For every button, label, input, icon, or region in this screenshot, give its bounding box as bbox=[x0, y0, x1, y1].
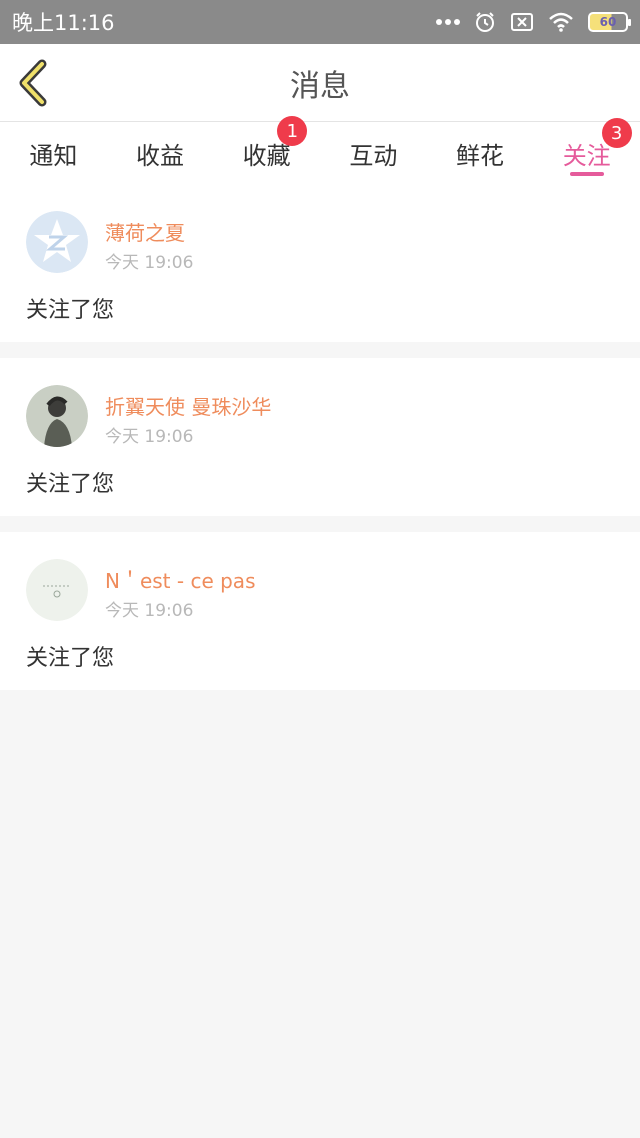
status-time: 晚上11:16 bbox=[12, 11, 115, 35]
timestamp: 今天 19:06 bbox=[105, 427, 194, 447]
avatar-photo bbox=[26, 559, 88, 621]
message-text: 关注了您 bbox=[26, 646, 115, 671]
battery-icon: 60 bbox=[588, 12, 631, 32]
avatar-photo bbox=[26, 385, 88, 447]
list-item[interactable]: 薄荷之夏 今天 19:06 关注了您 bbox=[0, 184, 640, 342]
alarm-icon bbox=[476, 12, 494, 32]
list-item[interactable]: 折翼天使 曼珠沙华 今天 19:06 关注了您 bbox=[0, 358, 640, 516]
tab-flowers[interactable]: 鲜花 bbox=[427, 122, 534, 184]
status-icons: 60 bbox=[436, 11, 631, 33]
message-list: 薄荷之夏 今天 19:06 关注了您 折翼天使 曼珠沙华 今天 19:06 关注… bbox=[0, 184, 640, 690]
avatar[interactable] bbox=[26, 211, 88, 273]
back-icon[interactable] bbox=[14, 58, 54, 108]
default-avatar-icon bbox=[26, 211, 88, 273]
user-name[interactable]: N＇est - ce pas bbox=[105, 565, 256, 594]
page-title: 消息 bbox=[290, 68, 350, 104]
more-dots-icon bbox=[436, 19, 460, 25]
tab-bar: 通知 收益 收藏 1 互动 鲜花 关注 3 bbox=[0, 116, 640, 184]
status-bar: 晚上11:16 60 bbox=[0, 0, 640, 44]
tab-interactions[interactable]: 互动 bbox=[320, 122, 427, 184]
tab-label: 互动 bbox=[349, 141, 398, 170]
tab-earnings[interactable]: 收益 bbox=[107, 122, 214, 184]
sim-off-icon bbox=[511, 13, 533, 31]
unread-badge: 3 bbox=[601, 118, 632, 148]
timestamp: 今天 19:06 bbox=[105, 253, 194, 273]
message-text: 关注了您 bbox=[26, 298, 115, 323]
user-name[interactable]: 薄荷之夏 bbox=[105, 217, 185, 246]
tab-label: 收益 bbox=[136, 141, 184, 170]
tab-label: 鲜花 bbox=[456, 141, 505, 170]
timestamp: 今天 19:06 bbox=[105, 601, 194, 621]
message-text: 关注了您 bbox=[26, 472, 115, 497]
tab-label: 通知 bbox=[29, 141, 78, 170]
avatar[interactable] bbox=[26, 559, 88, 621]
user-name[interactable]: 折翼天使 曼珠沙华 bbox=[105, 391, 271, 420]
wifi-icon bbox=[549, 12, 573, 32]
avatar[interactable] bbox=[26, 385, 88, 447]
list-item[interactable]: N＇est - ce pas 今天 19:06 关注了您 bbox=[0, 532, 640, 690]
tab-notifications[interactable]: 通知 bbox=[0, 122, 107, 184]
battery-level: 60 bbox=[599, 15, 617, 29]
nav-bar: 消息 bbox=[0, 44, 640, 122]
tab-follows[interactable]: 关注 3 bbox=[533, 118, 640, 184]
unread-badge: 1 bbox=[277, 116, 308, 146]
tab-favorites[interactable]: 收藏 1 bbox=[213, 116, 320, 184]
